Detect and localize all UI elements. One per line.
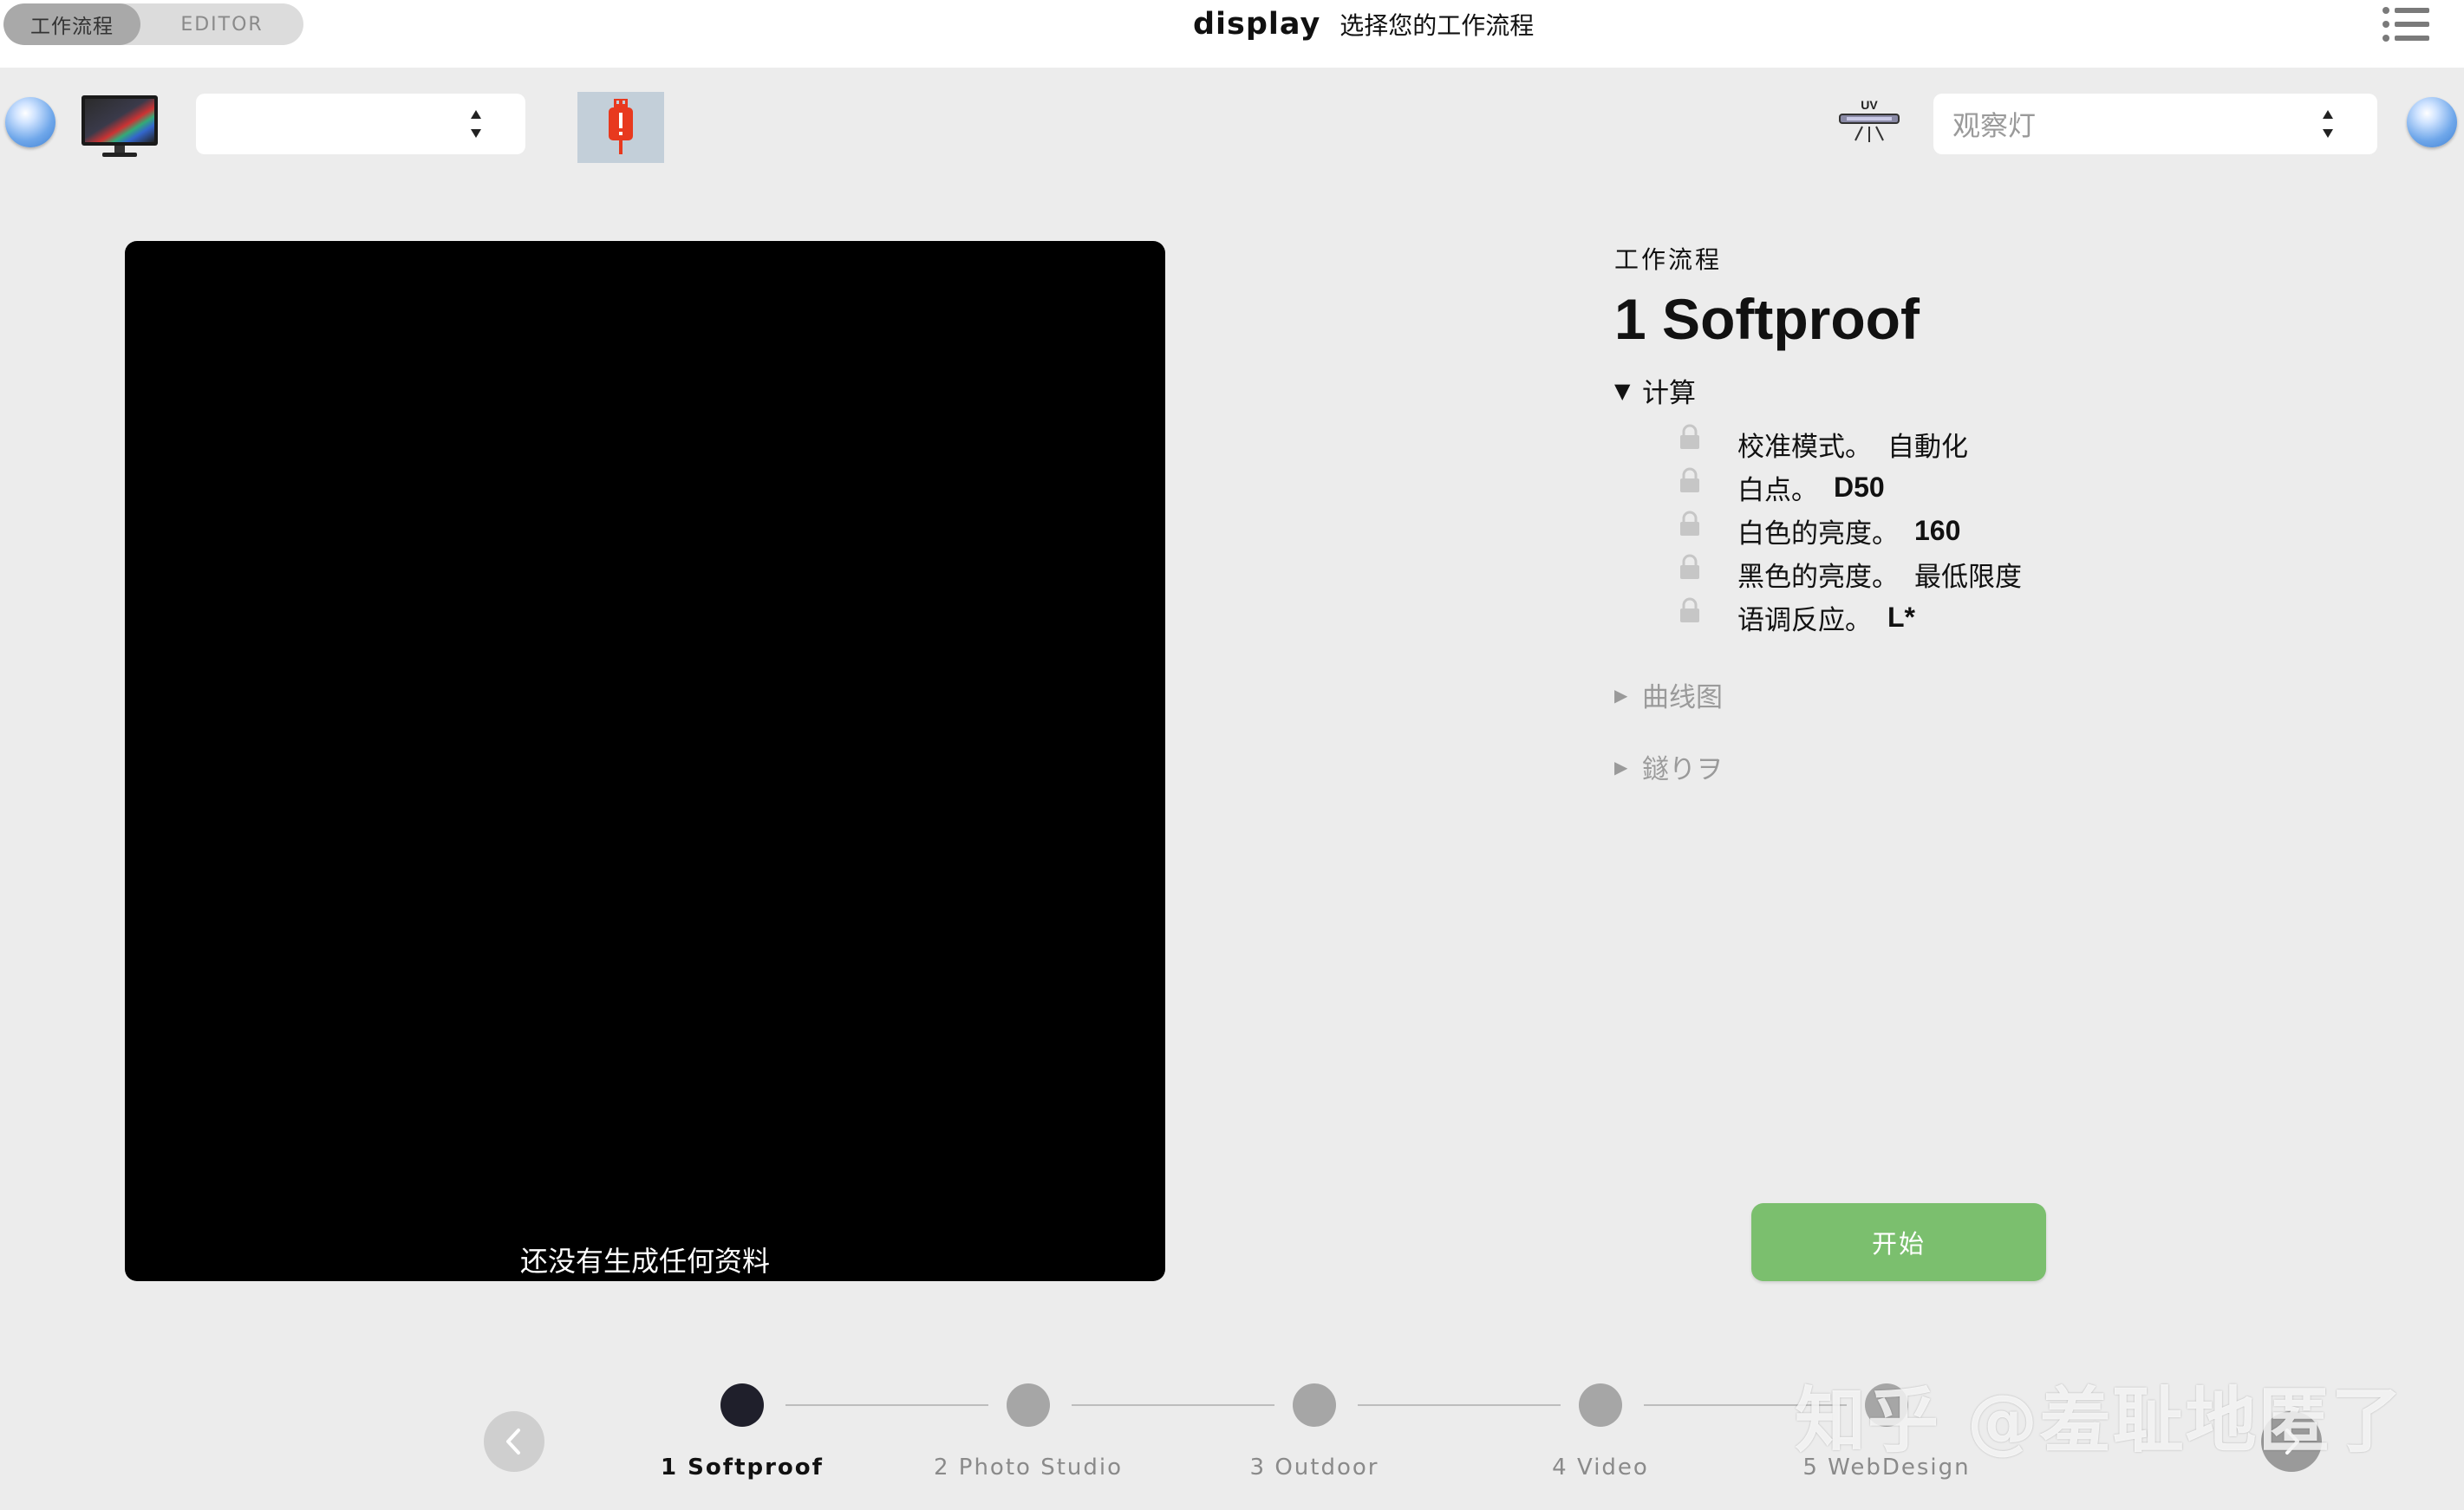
param-label: 黑色的亮度。	[1737, 561, 1899, 593]
viewing-light-placeholder: 观察灯	[1952, 109, 2037, 142]
prev-step-button[interactable]	[484, 1411, 544, 1472]
step-label-1[interactable]: 1 Softproof	[661, 1455, 824, 1481]
app-name: display	[1193, 7, 1321, 42]
triangle-right-icon: ▶	[1614, 756, 1628, 778]
step-dot-1[interactable]	[720, 1383, 764, 1427]
section-curves-label: 曲线图	[1642, 682, 1723, 713]
display-device-select[interactable]	[196, 94, 525, 154]
param-value: 最低限度	[1914, 561, 2022, 593]
select-arrows-icon	[2323, 110, 2333, 138]
section-calc-label: 计算	[1642, 378, 1696, 409]
usb-warning-icon	[609, 99, 633, 154]
start-button[interactable]: 开始	[1751, 1203, 2046, 1281]
chevron-left-icon	[506, 1429, 520, 1455]
section-other-label: 鐩りヲ	[1642, 754, 1723, 785]
lock-icon[interactable]	[1677, 554, 1703, 580]
lock-icon[interactable]	[1677, 424, 1703, 450]
app-title: display 选择您的工作流程	[1193, 3, 1534, 45]
step-label-4[interactable]: 4 Video	[1552, 1455, 1649, 1481]
step-connector	[1072, 1404, 1274, 1406]
section-other-toggle[interactable]: ▶ 鐩りヲ	[1614, 747, 2395, 786]
param-value: L*	[1887, 601, 1915, 633]
step-label-2[interactable]: 2 Photo Studio	[934, 1455, 1123, 1481]
workflow-panel: 工作流程 1 Softproof ▼ 计算 校准模式。 自動化 白点。 D50	[1614, 241, 2395, 786]
step-label-3[interactable]: 3 Outdoor	[1250, 1455, 1379, 1481]
param-label: 白色的亮度。	[1737, 517, 1899, 550]
lock-icon[interactable]	[1677, 467, 1703, 493]
watermark: 知乎 @羞耻地匿了	[1795, 1380, 2404, 1462]
param-value: 160	[1914, 514, 1961, 546]
lock-icon[interactable]	[1677, 597, 1703, 623]
top-bar: 工作流程 EDITOR display 选择您的工作流程	[0, 0, 2464, 68]
mode-workflow-tab[interactable]: 工作流程	[3, 3, 140, 45]
calc-params-list: 校准模式。 自動化 白点。 D50 白色的亮度。 160 黑色的亮度。 最低限度…	[1677, 422, 2395, 639]
param-label: 白点。	[1737, 474, 1818, 506]
step-dot-2[interactable]	[1007, 1383, 1050, 1427]
triangle-down-icon: ▼	[1614, 378, 1631, 403]
section-calc-toggle[interactable]: ▼ 计算	[1614, 371, 2395, 410]
step-dot-4[interactable]	[1579, 1383, 1622, 1427]
param-value: 自動化	[1887, 431, 1968, 463]
workflow-eyebrow: 工作流程	[1614, 245, 1723, 274]
mode-editor-tab[interactable]: EDITOR	[140, 3, 303, 45]
usb-status-button[interactable]	[577, 92, 664, 163]
param-row-tone-response: 语调反应。 L*	[1677, 596, 2395, 639]
mode-toggle[interactable]: 工作流程 EDITOR	[3, 3, 303, 45]
lock-icon[interactable]	[1677, 511, 1703, 537]
page-subtitle: 选择您的工作流程	[1340, 11, 1535, 40]
select-arrows-icon	[471, 110, 481, 138]
param-value: D50	[1834, 471, 1885, 503]
preview-empty-message: 还没有生成任何资料	[519, 1245, 770, 1278]
param-row-black-luminance: 黑色的亮度。 最低限度	[1677, 552, 2395, 596]
monitor-icon[interactable]	[80, 94, 160, 159]
viewing-light-select[interactable]: 观察灯	[1933, 94, 2377, 154]
right-globe-button[interactable]	[2407, 97, 2457, 147]
list-menu-icon[interactable]	[2381, 5, 2431, 43]
param-row-white-luminance: 白色的亮度。 160	[1677, 509, 2395, 552]
param-row-white-point: 白点。 D50	[1677, 465, 2395, 509]
param-label: 语调反应。	[1737, 604, 1872, 636]
workflow-title: 1 Softproof	[1614, 287, 1920, 351]
svg-text:UV: UV	[1861, 98, 1878, 112]
step-dot-3[interactable]	[1293, 1383, 1336, 1427]
section-curves-toggle[interactable]: ▶ 曲线图	[1614, 675, 2395, 714]
uv-light-icon[interactable]: UV	[1836, 97, 1902, 146]
collapsed-sections: ▶ 曲线图 ▶ 鐩りヲ	[1614, 675, 2395, 786]
step-connector	[785, 1404, 988, 1406]
param-label: 校准模式。	[1737, 431, 1872, 463]
param-row-calibration-mode: 校准模式。 自動化	[1677, 422, 2395, 465]
profile-preview-area: 还没有生成任何资料	[125, 241, 1165, 1281]
step-connector	[1358, 1404, 1561, 1406]
left-globe-button[interactable]	[5, 97, 55, 147]
triangle-right-icon: ▶	[1614, 684, 1628, 706]
